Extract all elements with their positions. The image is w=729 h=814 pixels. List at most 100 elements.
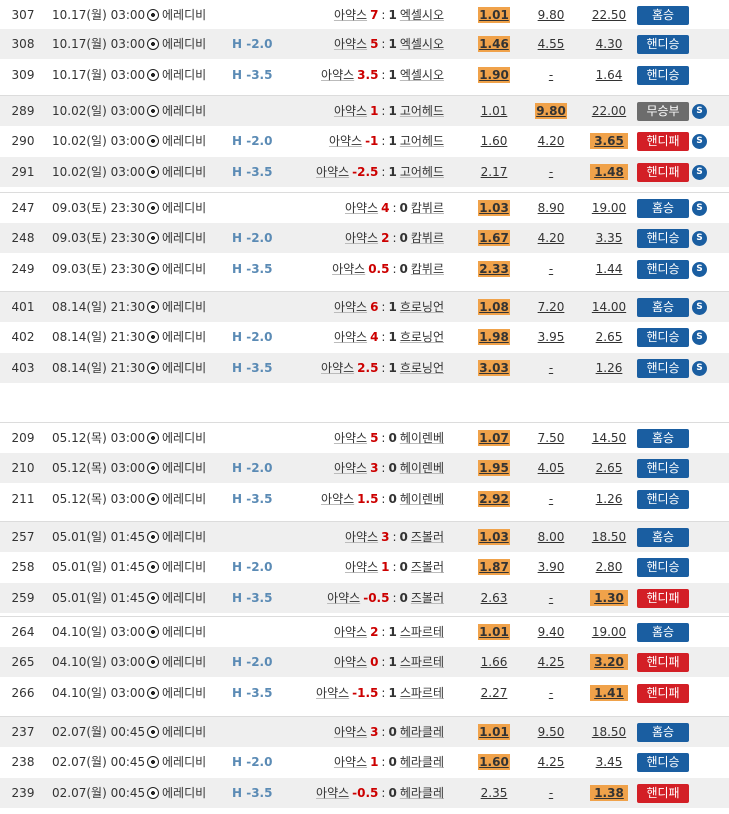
away-team[interactable]: 헤라클레	[400, 755, 444, 769]
away-team[interactable]: 고어헤드	[400, 165, 444, 179]
away-team[interactable]: 즈볼러	[411, 530, 444, 544]
odds-3[interactable]: 22.00	[590, 103, 628, 119]
home-team[interactable]: 아약스	[316, 686, 349, 700]
home-team[interactable]: 아약스	[334, 37, 367, 51]
away-team[interactable]: 캄뷔르	[411, 262, 444, 276]
odds-2[interactable]: 4.25	[535, 754, 567, 770]
odds-1[interactable]: 1.87	[478, 559, 510, 575]
odds-2[interactable]: -	[535, 685, 567, 701]
odds-3[interactable]: 3.45	[590, 754, 628, 770]
result-badge[interactable]: 핸디패	[637, 684, 689, 703]
odds-2[interactable]: 4.20	[535, 133, 567, 149]
away-team[interactable]: 캄뷔르	[411, 231, 444, 245]
odds-3[interactable]: 14.00	[590, 299, 628, 315]
odds-1[interactable]: 1.07	[478, 430, 510, 446]
away-team[interactable]: 헤이렌베	[400, 461, 444, 475]
result-badge[interactable]: 핸디승	[637, 260, 689, 279]
odds-1[interactable]: 2.17	[478, 164, 510, 180]
odds-1[interactable]: 1.01	[478, 624, 510, 640]
home-team[interactable]: 아약스	[334, 655, 367, 669]
home-team[interactable]: 아약스	[327, 591, 360, 605]
result-badge[interactable]: 홈승	[637, 528, 689, 547]
odds-1[interactable]: 1.46	[478, 36, 510, 52]
away-team[interactable]: 흐로닝언	[400, 361, 444, 375]
odds-2[interactable]: 4.25	[535, 654, 567, 670]
odds-1[interactable]: 2.63	[478, 590, 510, 606]
odds-2[interactable]: -	[535, 785, 567, 801]
s-icon[interactable]: S	[692, 231, 707, 246]
s-icon[interactable]: S	[692, 300, 707, 315]
home-team[interactable]: 아약스	[334, 104, 367, 118]
away-team[interactable]: 엑셀시오	[400, 8, 444, 22]
result-badge[interactable]: 홈승	[637, 6, 689, 25]
s-icon[interactable]: S	[692, 262, 707, 277]
odds-3[interactable]: 1.48	[590, 164, 628, 180]
odds-2[interactable]: 7.50	[535, 430, 567, 446]
odds-2[interactable]: 9.40	[535, 624, 567, 640]
away-team[interactable]: 흐로닝언	[400, 330, 444, 344]
odds-2[interactable]: 7.20	[535, 299, 567, 315]
odds-1[interactable]: 1.67	[478, 230, 510, 246]
home-team[interactable]: 아약스	[316, 165, 349, 179]
result-badge[interactable]: 핸디승	[637, 359, 689, 378]
home-team[interactable]: 아약스	[334, 461, 367, 475]
odds-3[interactable]: 19.00	[590, 624, 628, 640]
away-team[interactable]: 흐로닝언	[400, 300, 444, 314]
away-team[interactable]: 고어헤드	[400, 134, 444, 148]
result-badge[interactable]: 핸디승	[637, 459, 689, 478]
away-team[interactable]: 엑셀시오	[400, 37, 444, 51]
odds-2[interactable]: 3.95	[535, 329, 567, 345]
result-badge[interactable]: 홈승	[637, 723, 689, 742]
odds-1[interactable]: 1.03	[478, 200, 510, 216]
away-team[interactable]: 헤라클레	[400, 786, 444, 800]
s-icon[interactable]: S	[692, 134, 707, 149]
result-badge[interactable]: 핸디승	[637, 558, 689, 577]
odds-3[interactable]: 2.65	[590, 460, 628, 476]
home-team[interactable]: 아약스	[329, 134, 362, 148]
home-team[interactable]: 아약스	[345, 201, 378, 215]
odds-1[interactable]: 1.01	[478, 103, 510, 119]
odds-3[interactable]: 1.38	[590, 785, 628, 801]
odds-3[interactable]: 1.44	[590, 261, 628, 277]
result-badge[interactable]: 핸디패	[637, 653, 689, 672]
away-team[interactable]: 스파르테	[400, 686, 444, 700]
away-team[interactable]: 헤이렌베	[400, 492, 444, 506]
s-icon[interactable]: S	[692, 165, 707, 180]
odds-3[interactable]: 1.64	[590, 67, 628, 83]
odds-3[interactable]: 1.41	[590, 685, 628, 701]
odds-1[interactable]: 1.90	[478, 67, 510, 83]
odds-1[interactable]: 1.01	[478, 724, 510, 740]
away-team[interactable]: 헤이렌베	[400, 431, 444, 445]
result-badge[interactable]: 핸디패	[637, 784, 689, 803]
away-team[interactable]: 스파르테	[400, 655, 444, 669]
away-team[interactable]: 헤라클레	[400, 725, 444, 739]
s-icon[interactable]: S	[692, 104, 707, 119]
home-team[interactable]: 아약스	[321, 492, 354, 506]
odds-3[interactable]: 18.50	[590, 529, 628, 545]
odds-2[interactable]: -	[535, 67, 567, 83]
odds-1[interactable]: 2.92	[478, 491, 510, 507]
odds-2[interactable]: 4.55	[535, 36, 567, 52]
odds-2[interactable]: -	[535, 261, 567, 277]
result-badge[interactable]: 핸디승	[637, 229, 689, 248]
away-team[interactable]: 즈볼러	[411, 591, 444, 605]
odds-3[interactable]: 14.50	[590, 430, 628, 446]
odds-1[interactable]: 3.03	[478, 360, 510, 376]
away-team[interactable]: 고어헤드	[400, 104, 444, 118]
away-team[interactable]: 엑셀시오	[400, 68, 444, 82]
odds-1[interactable]: 2.27	[478, 685, 510, 701]
odds-2[interactable]: 9.80	[535, 7, 567, 23]
home-team[interactable]: 아약스	[332, 262, 365, 276]
home-team[interactable]: 아약스	[334, 330, 367, 344]
result-badge[interactable]: 핸디패	[637, 132, 689, 151]
odds-1[interactable]: 2.33	[478, 261, 510, 277]
result-badge[interactable]: 핸디승	[637, 490, 689, 509]
result-badge[interactable]: 홈승	[637, 298, 689, 317]
result-badge[interactable]: 핸디패	[637, 163, 689, 182]
odds-2[interactable]: 4.05	[535, 460, 567, 476]
odds-3[interactable]: 1.26	[590, 360, 628, 376]
odds-2[interactable]: 8.90	[535, 200, 567, 216]
odds-1[interactable]: 1.95	[478, 460, 510, 476]
odds-2[interactable]: -	[535, 164, 567, 180]
odds-2[interactable]: 4.20	[535, 230, 567, 246]
